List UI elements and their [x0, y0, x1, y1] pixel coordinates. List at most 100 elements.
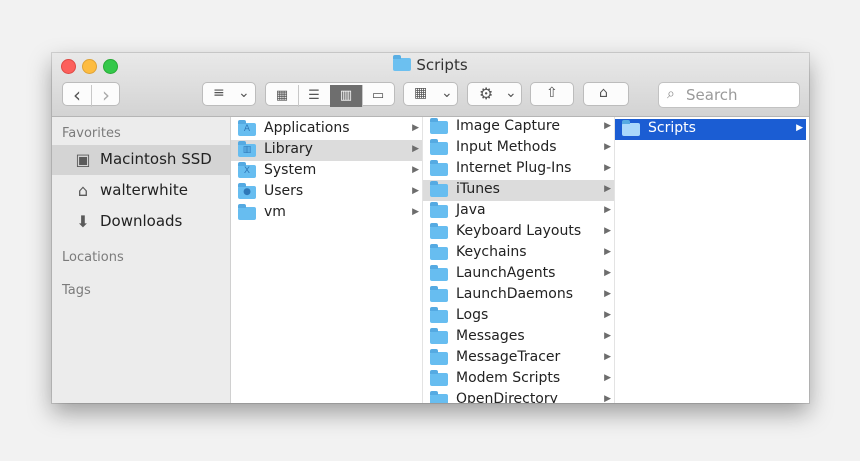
- folder-icon: [430, 202, 448, 218]
- row-name: Users: [264, 183, 304, 199]
- browser-column-3: Scripts ▶: [615, 117, 809, 403]
- row-name: System: [264, 162, 317, 178]
- sidebar-item-downloads[interactable]: ⬇ Downloads: [52, 207, 230, 237]
- column-1-row-system[interactable]: X System ▶: [231, 161, 422, 182]
- row-name: Internet Plug-Ins: [456, 160, 572, 176]
- column-1-row-users[interactable]: ● Users ▶: [231, 182, 422, 203]
- folder-icon: [430, 370, 448, 386]
- row-name: Logs: [456, 307, 489, 323]
- window-title-text: Scripts: [416, 56, 468, 74]
- column-3-row-scripts[interactable]: Scripts ▶: [615, 119, 806, 140]
- search-placeholder: Search: [686, 86, 738, 104]
- arrange-icon: ≡: [213, 85, 225, 101]
- browser-column-1: A Applications ▶ ▥ Library ▶ X System ▶ …: [231, 117, 423, 403]
- share-button[interactable]: ⇧: [530, 82, 574, 106]
- row-name: Java: [456, 202, 486, 218]
- share-icon: ⇧: [546, 85, 558, 101]
- chevron-down-icon: ⌄: [441, 85, 453, 101]
- disclosure-arrow-icon: ▶: [604, 184, 611, 194]
- column-view-button[interactable]: ▥: [330, 85, 363, 107]
- column-2-row[interactable]: LaunchDaemons ▶: [423, 285, 614, 306]
- disclosure-arrow-icon: ▶: [412, 207, 419, 217]
- sidebar-item-label: Macintosh SSD: [100, 150, 212, 168]
- row-name: OpenDirectory: [456, 391, 558, 403]
- sidebar-section-tags[interactable]: Tags: [62, 283, 91, 298]
- row-name: LaunchDaemons: [456, 286, 574, 302]
- column-1-row-vm[interactable]: vm ▶: [231, 203, 422, 224]
- library-folder-icon: ▥: [238, 141, 256, 157]
- folder-icon: [430, 349, 448, 365]
- disclosure-arrow-icon: ▶: [412, 186, 419, 196]
- forward-button[interactable]: ›: [92, 85, 120, 107]
- back-forward-control: ‹ ›: [62, 82, 120, 107]
- folder-icon: [430, 118, 448, 134]
- search-icon: ⌕: [667, 86, 675, 102]
- disclosure-arrow-icon: ▶: [604, 310, 611, 320]
- disclosure-arrow-icon: ▶: [604, 142, 611, 152]
- disclosure-arrow-icon: ▶: [604, 394, 611, 403]
- column-2-row[interactable]: OpenDirectory ▶: [423, 390, 614, 403]
- disclosure-arrow-icon: ▶: [604, 121, 611, 131]
- row-name: Scripts: [648, 120, 696, 136]
- column-2-row[interactable]: Java ▶: [423, 201, 614, 222]
- gallery-view-button[interactable]: ▭: [362, 85, 394, 107]
- chevron-down-icon: ⌄: [238, 85, 250, 101]
- action-button[interactable]: ⚙ ⌄: [467, 82, 522, 106]
- disclosure-arrow-icon: ▶: [412, 123, 419, 133]
- row-name: Modem Scripts: [456, 370, 561, 386]
- sidebar-section-locations[interactable]: Locations: [62, 250, 124, 265]
- column-2-row[interactable]: Keychains ▶: [423, 243, 614, 264]
- column-2-row[interactable]: Messages ▶: [423, 327, 614, 348]
- tags-button[interactable]: ⌂: [583, 82, 629, 106]
- column-2-row[interactable]: iTunes ▶: [423, 180, 614, 201]
- column-2-row[interactable]: Logs ▶: [423, 306, 614, 327]
- row-name: Messages: [456, 328, 525, 344]
- hard-drive-icon: ▣: [75, 150, 91, 169]
- column-2-row[interactable]: Input Methods ▶: [423, 138, 614, 159]
- search-field[interactable]: ⌕ Search: [658, 82, 800, 108]
- sidebar-item-label: walterwhite: [100, 181, 188, 199]
- sidebar: Favorites ▣ Macintosh SSD ⌂ walterwhite …: [52, 117, 231, 403]
- folder-icon: [430, 328, 448, 344]
- sidebar-section-favorites: Favorites: [62, 126, 121, 141]
- disclosure-arrow-icon: ▶: [796, 123, 803, 133]
- folder-icon: [622, 120, 640, 136]
- column-1-row-applications[interactable]: A Applications ▶: [231, 119, 422, 140]
- folder-icon: [430, 181, 448, 197]
- folder-icon: [430, 244, 448, 260]
- row-name: vm: [264, 204, 286, 220]
- list-view-button[interactable]: ☰: [298, 85, 331, 107]
- disclosure-arrow-icon: ▶: [604, 289, 611, 299]
- column-2-row[interactable]: MessageTracer ▶: [423, 348, 614, 369]
- disclosure-arrow-icon: ▶: [604, 268, 611, 278]
- users-folder-icon: ●: [238, 183, 256, 199]
- row-name: Input Methods: [456, 139, 557, 155]
- column-2-row[interactable]: LaunchAgents ▶: [423, 264, 614, 285]
- system-folder-icon: X: [238, 162, 256, 178]
- sidebar-item-macintosh-ssd[interactable]: ▣ Macintosh SSD: [52, 145, 230, 175]
- icon-view-button[interactable]: ▦: [266, 85, 299, 107]
- column-2-row[interactable]: Modem Scripts ▶: [423, 369, 614, 390]
- row-name: Keyboard Layouts: [456, 223, 582, 239]
- disclosure-arrow-icon: ▶: [412, 144, 419, 154]
- row-name: MessageTracer: [456, 349, 561, 365]
- disclosure-arrow-icon: ▶: [412, 165, 419, 175]
- browser-column-2: Image Capture ▶ Input Methods ▶ Internet Plu…: [423, 117, 615, 403]
- column-2-row[interactable]: Keyboard Layouts ▶: [423, 222, 614, 243]
- folder-icon: [393, 55, 412, 71]
- row-name: Library: [264, 141, 313, 157]
- applications-folder-icon: A: [238, 120, 256, 136]
- disclosure-arrow-icon: ▶: [604, 226, 611, 236]
- arrange-button[interactable]: ≡ ⌄: [202, 82, 256, 106]
- column-2-row[interactable]: Internet Plug-Ins ▶: [423, 159, 614, 180]
- tag-icon: ⌂: [599, 85, 608, 101]
- column-2-row[interactable]: Image Capture ▶: [423, 117, 614, 138]
- folder-icon: [430, 307, 448, 323]
- column-1-row-library[interactable]: ▥ Library ▶: [231, 140, 422, 161]
- gear-icon: ⚙: [479, 84, 494, 103]
- back-button[interactable]: ‹: [63, 85, 92, 107]
- finder-window: Scripts ‹ › ≡ ⌄ ▦ ☰ ▥ ▭ ▦ ⌄ ⚙ ⌄ ⇧ ⌂ ⌕ Se…: [52, 53, 809, 403]
- group-button[interactable]: ▦ ⌄: [403, 82, 458, 106]
- sidebar-item-walterwhite[interactable]: ⌂ walterwhite: [52, 176, 230, 206]
- folder-icon: [430, 286, 448, 302]
